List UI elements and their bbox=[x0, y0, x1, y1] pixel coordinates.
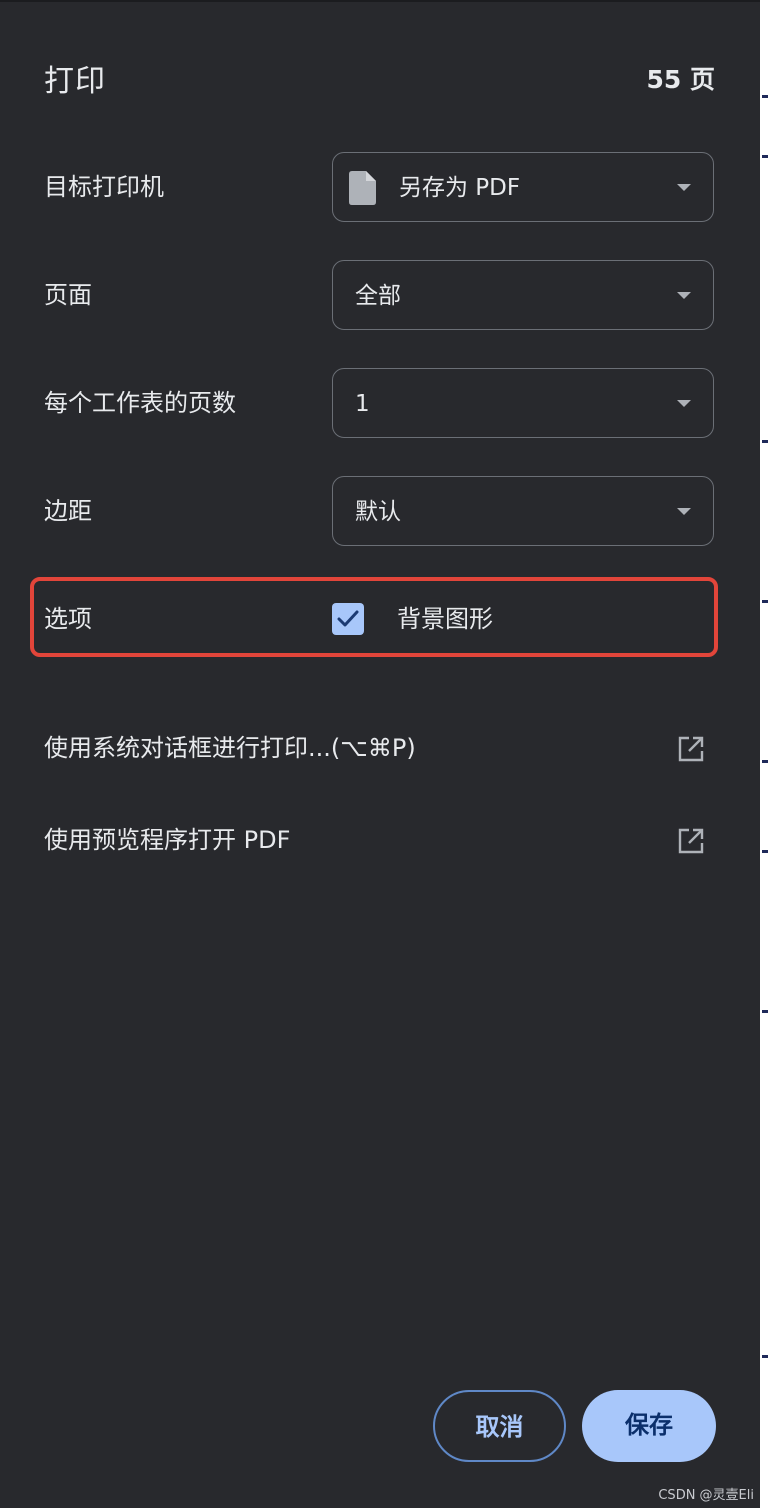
background-graphics-checkbox[interactable] bbox=[332, 603, 364, 635]
pages-per-sheet-select[interactable]: 1 bbox=[332, 368, 714, 438]
cancel-button[interactable]: 取消 bbox=[433, 1390, 566, 1462]
options-highlight-box bbox=[30, 577, 718, 657]
open-preview-link[interactable]: 使用预览程序打开 PDF bbox=[0, 810, 760, 870]
destination-select[interactable]: 另存为 PDF bbox=[332, 152, 714, 222]
chevron-down-icon bbox=[677, 292, 691, 299]
pages-value: 全部 bbox=[355, 283, 401, 309]
edge-mark bbox=[762, 760, 768, 763]
chevron-down-icon bbox=[677, 184, 691, 191]
system-dialog-link[interactable]: 使用系统对话框进行打印...(⌥⌘P) bbox=[0, 718, 760, 778]
edge-mark bbox=[762, 1010, 768, 1013]
edge-mark bbox=[762, 850, 768, 853]
pages-per-sheet-label: 每个工作表的页数 bbox=[44, 389, 236, 417]
system-dialog-label: 使用系统对话框进行打印...(⌥⌘P) bbox=[44, 734, 416, 762]
watermark: CSDN @灵壹Eli bbox=[658, 1488, 754, 1503]
open-in-new-icon bbox=[678, 736, 704, 762]
edge-mark bbox=[762, 95, 768, 98]
edge-mark bbox=[762, 440, 768, 443]
page-count: 55 页 bbox=[646, 65, 716, 94]
background-graphics-label: 背景图形 bbox=[397, 605, 493, 633]
chevron-down-icon bbox=[677, 400, 691, 407]
pages-select[interactable]: 全部 bbox=[332, 260, 714, 330]
edge-mark bbox=[762, 155, 768, 158]
open-in-new-icon bbox=[678, 828, 704, 854]
margins-value: 默认 bbox=[355, 499, 401, 525]
document-icon bbox=[349, 171, 376, 205]
top-divider bbox=[0, 0, 760, 2]
destination-label: 目标打印机 bbox=[44, 173, 164, 201]
destination-value: 另存为 PDF bbox=[399, 175, 521, 201]
dialog-title: 打印 bbox=[44, 64, 106, 99]
chevron-down-icon bbox=[677, 508, 691, 515]
margins-select[interactable]: 默认 bbox=[332, 476, 714, 546]
pages-label: 页面 bbox=[44, 281, 92, 309]
pages-per-sheet-value: 1 bbox=[355, 391, 370, 417]
checkmark-icon bbox=[337, 610, 359, 627]
background-page-edge bbox=[760, 0, 768, 1508]
open-preview-label: 使用预览程序打开 PDF bbox=[44, 826, 291, 854]
print-dialog: 打印 55 页 目标打印机 另存为 PDF 页面 全部 每个工作表的页数 1 边… bbox=[0, 0, 768, 1508]
margins-label: 边距 bbox=[44, 497, 92, 525]
save-button[interactable]: 保存 bbox=[582, 1390, 716, 1462]
edge-mark bbox=[762, 1355, 768, 1358]
edge-mark bbox=[762, 600, 768, 603]
options-label: 选项 bbox=[44, 605, 92, 633]
